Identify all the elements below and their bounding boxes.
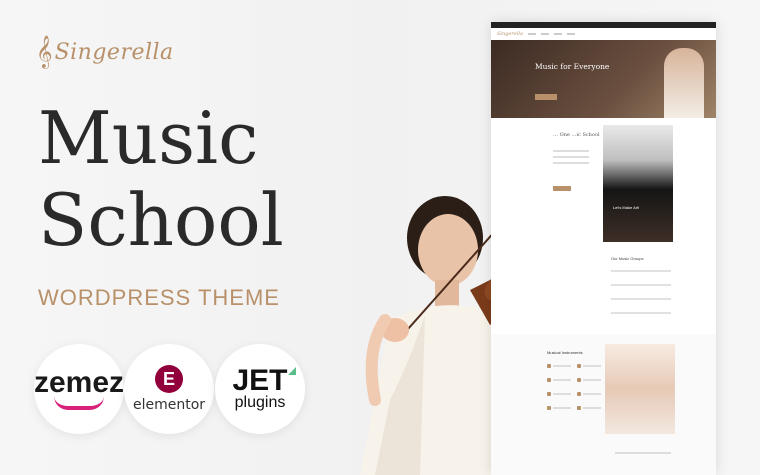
preview-group-line — [611, 312, 671, 314]
preview-nav-item — [527, 33, 536, 35]
preview-hero-title: Music for Everyone — [535, 62, 610, 71]
preview-instruments-section: Musical Instruments — [491, 334, 716, 475]
preview-nav-item — [553, 33, 562, 35]
headline-subtitle: WORDPRESS THEME — [38, 285, 280, 310]
zemez-logo-text: zemez — [33, 366, 125, 399]
headline-line-1: Music — [38, 96, 259, 180]
instrument-icon — [577, 406, 581, 410]
instrument-icon — [547, 378, 551, 382]
preview-hero: Music for Everyone — [491, 40, 716, 118]
jet-plugins-badge: JET plugins — [215, 344, 305, 434]
zemez-badge: zemez — [34, 344, 124, 434]
preview-testimonial-line — [615, 452, 671, 454]
zemez-swoosh-icon — [54, 396, 104, 410]
instrument-item — [583, 365, 601, 367]
website-preview: Singerella Music for Everyone … One …ic … — [491, 22, 716, 475]
brand-name: Singerella — [54, 39, 174, 65]
instrument-item — [553, 407, 571, 409]
instrument-item — [583, 407, 601, 409]
jet-triangle-icon — [287, 367, 296, 375]
preview-about-button — [553, 186, 571, 191]
instrument-item — [583, 379, 601, 381]
face — [418, 214, 478, 286]
preview-group-line — [611, 284, 671, 286]
jet-label: JET — [232, 364, 288, 397]
preview-instruments-title: Musical Instruments — [547, 350, 583, 355]
instrument-icon — [577, 392, 581, 396]
instrument-icon — [547, 364, 551, 368]
instrument-icon — [547, 406, 551, 410]
treble-clef-icon: 𝄞 — [36, 35, 53, 68]
brand-logo: 𝄞 Singerella — [36, 38, 174, 66]
preview-about-title: … One …ic School — [553, 132, 600, 138]
instrument-icon — [577, 364, 581, 368]
preview-groups-title: Our Music Groups — [611, 256, 644, 261]
preview-about-section: … One …ic School Let's Make Art! — [491, 118, 716, 242]
preview-nav: Singerella — [491, 28, 716, 40]
elementor-logo-text: elementor — [132, 397, 206, 413]
instrument-icon — [547, 392, 551, 396]
preview-logo: Singerella — [497, 31, 523, 37]
jet-logo-text: JET — [232, 364, 296, 397]
preview-group-line — [611, 270, 671, 272]
instrument-item — [553, 393, 571, 395]
preview-piano-label: Let's Make Art! — [613, 205, 640, 210]
preview-about-line — [553, 156, 589, 158]
preview-piano-image: Let's Make Art! — [603, 125, 673, 242]
elementor-badge: E elementor — [124, 344, 214, 434]
plugins-logo-text: plugins — [234, 394, 286, 411]
preview-group-line — [611, 298, 671, 300]
preview-nav-item — [540, 33, 549, 35]
headline-line-2: School — [38, 178, 284, 262]
banner-stage: 𝄞 Singerella Music School WORDPRESS THEM… — [0, 0, 760, 475]
preview-hero-button — [535, 94, 557, 100]
elementor-icon: E — [155, 365, 183, 393]
preview-nav-item — [566, 33, 575, 35]
instrument-item — [553, 365, 571, 367]
instrument-item — [583, 393, 601, 395]
preview-hero-image — [664, 48, 704, 118]
instrument-icon — [577, 378, 581, 382]
preview-family-image — [605, 344, 675, 434]
preview-about-line — [553, 150, 589, 152]
instrument-item — [553, 379, 571, 381]
preview-about-line — [553, 162, 589, 164]
